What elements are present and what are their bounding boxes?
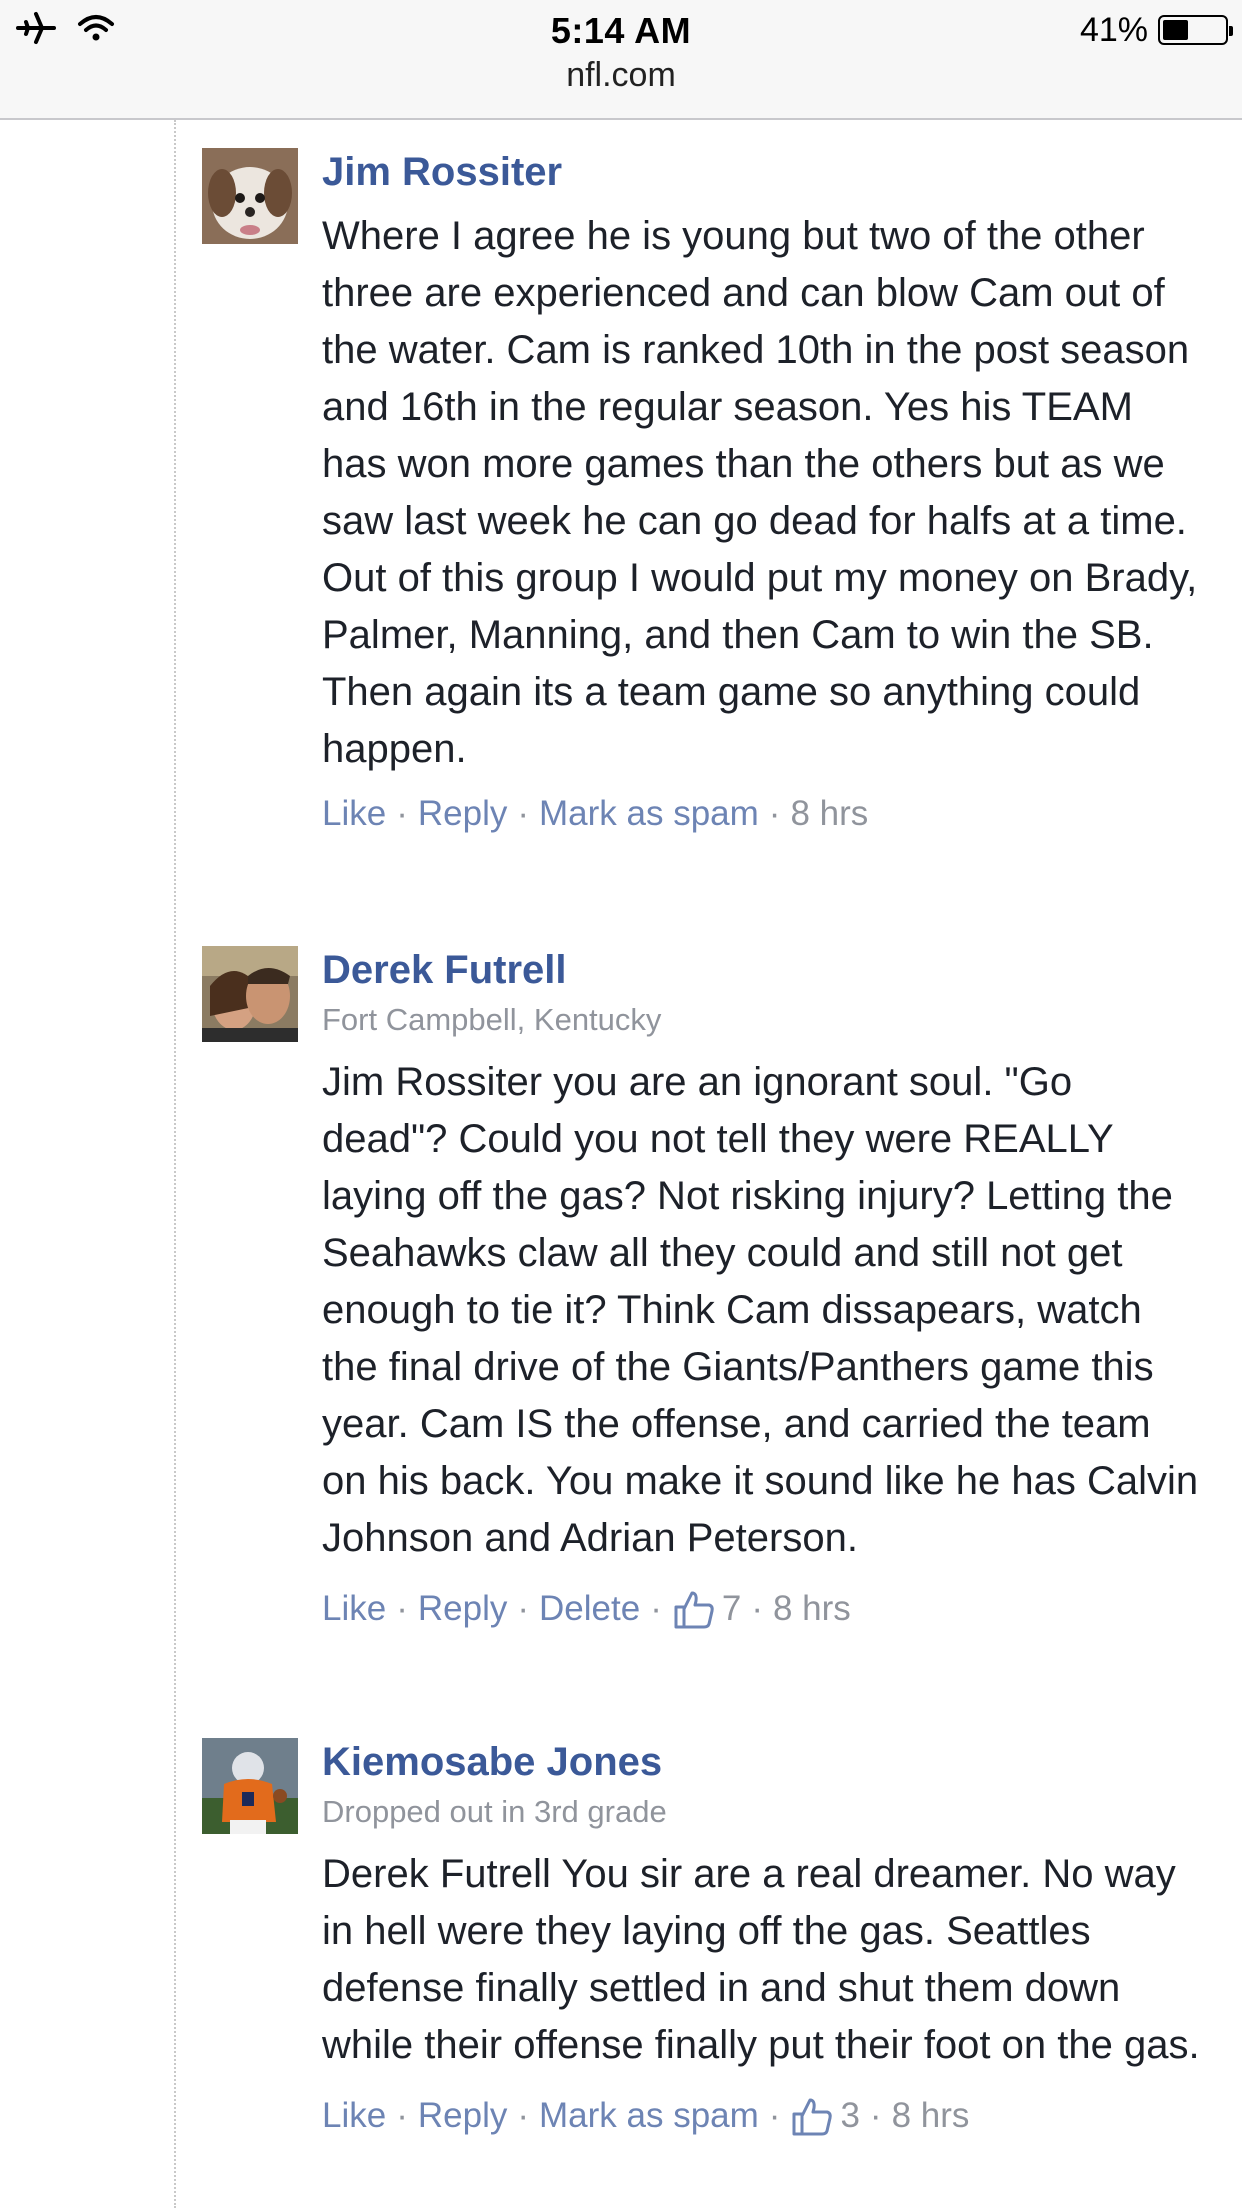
comment-text: Where I agree he is young but two of the…	[322, 214, 1198, 771]
comment-text: Derek Futrell You sir are a real dreamer…	[322, 1852, 1200, 2067]
url-bar[interactable]: nfl.com	[0, 56, 1242, 95]
avatar[interactable]	[202, 946, 298, 1042]
thumbs-up-icon[interactable]	[672, 1587, 716, 1631]
reply-link[interactable]: Reply	[418, 792, 507, 836]
status-right: 41%	[1079, 10, 1233, 50]
comment-body: Jim Rossiter Where I agree he is young b…	[322, 148, 1202, 836]
reply-link[interactable]: Reply	[418, 2094, 507, 2138]
comment-author[interactable]: Derek Futrell	[322, 946, 1202, 994]
like-link[interactable]: Like	[322, 792, 386, 836]
comment-author[interactable]: Jim Rossiter	[322, 148, 1202, 196]
comment-author[interactable]: Kiemosabe Jones	[322, 1738, 1202, 1786]
comment-body: Derek Futrell Fort Campbell, Kentucky Ji…	[322, 946, 1202, 1631]
comment-subtitle: Dropped out in 3rd grade	[322, 1794, 667, 1829]
avatar[interactable]	[202, 148, 298, 244]
comment-actions: Like · Reply · Mark as spam · 8 hrs	[322, 792, 1202, 836]
like-link[interactable]: Like	[322, 2094, 386, 2138]
reply-link[interactable]: Reply	[418, 1587, 507, 1631]
like-count: 3	[840, 2096, 860, 2135]
like-count: 7	[721, 1589, 742, 1628]
comment-location: Fort Campbell, Kentucky	[322, 1002, 662, 1037]
battery-percentage: 41%	[1079, 10, 1148, 49]
comment-timestamp[interactable]: 8 hrs	[790, 792, 868, 836]
battery-icon	[1158, 15, 1233, 45]
delete-link[interactable]: Delete	[539, 1587, 640, 1631]
mark-as-spam-link[interactable]: Mark as spam	[539, 792, 759, 836]
comment-actions: Like · Reply · Delete · 7 · 8 hrs	[322, 1587, 1202, 1631]
mark-as-spam-link[interactable]: Mark as spam	[539, 2094, 759, 2138]
battery-fill	[1163, 20, 1188, 40]
comment-body: Kiemosabe Jones Dropped out in 3rd grade…	[322, 1738, 1202, 2138]
comment-text: Jim Rossiter you are an ignorant soul. "…	[322, 1060, 1199, 1560]
comment-timestamp[interactable]: 8 hrs	[773, 1587, 851, 1631]
thumbs-up-icon[interactable]	[790, 2094, 834, 2138]
comment-actions: Like · Reply · Mark as spam · 3 · 8 hrs	[322, 2094, 1202, 2138]
status-time: 5:14 AM	[550, 10, 692, 51]
browser-top-bar: 5:14 AM 41% nfl.com	[0, 0, 1242, 120]
like-link[interactable]: Like	[322, 1587, 386, 1631]
comment-thread: Jim Rossiter Where I agree he is young b…	[174, 120, 1242, 2208]
avatar[interactable]	[202, 1738, 298, 1834]
comment-timestamp[interactable]: 8 hrs	[892, 2094, 970, 2138]
